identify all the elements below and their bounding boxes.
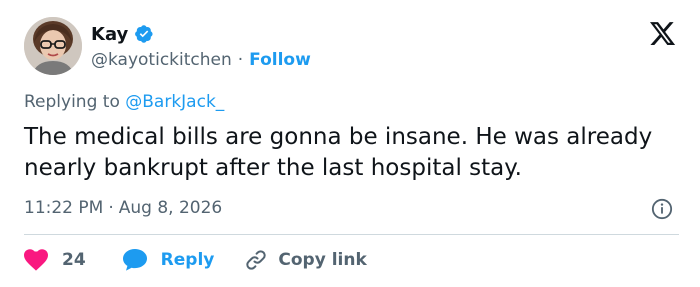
tweet-timestamp[interactable]: 11:22 PM · Aug 8, 2026 <box>24 198 222 218</box>
reply-context-prefix: Replying to <box>24 92 120 112</box>
action-bar: 24 Reply Copy link <box>24 247 367 273</box>
heart-icon <box>24 249 48 271</box>
reply-button[interactable]: Reply <box>122 249 215 271</box>
reply-context: Replying to @BarkJack_ <box>24 92 224 112</box>
tweet-time: 11:22 PM <box>24 198 104 218</box>
like-button[interactable]: 24 <box>24 249 86 271</box>
like-count: 24 <box>62 250 86 270</box>
author-handle[interactable]: @kayotickitchen <box>91 50 232 70</box>
author-name-row: Kay <box>91 21 154 47</box>
handle-separator: · <box>237 50 244 70</box>
copy-link-button[interactable]: Copy link <box>244 248 367 272</box>
timestamp-separator: · <box>108 198 114 218</box>
avatar[interactable] <box>24 17 82 75</box>
verified-badge-icon <box>135 25 153 43</box>
reply-bubble-icon <box>122 249 147 271</box>
info-icon[interactable] <box>651 198 673 220</box>
divider <box>24 234 679 235</box>
author-handle-row: @kayotickitchen · Follow <box>91 48 311 72</box>
link-icon <box>246 250 267 270</box>
x-logo-icon[interactable] <box>650 22 676 46</box>
follow-button[interactable]: Follow <box>249 50 311 70</box>
avatar-image <box>24 17 82 75</box>
tweet-date: Aug 8, 2026 <box>118 198 223 218</box>
reply-label: Reply <box>160 250 215 270</box>
author-name[interactable]: Kay <box>91 24 128 45</box>
copy-link-label: Copy link <box>278 250 367 270</box>
tweet-text: The medical bills are gonna be insane. H… <box>24 124 653 181</box>
reply-mention-link[interactable]: @BarkJack_ <box>125 92 224 112</box>
